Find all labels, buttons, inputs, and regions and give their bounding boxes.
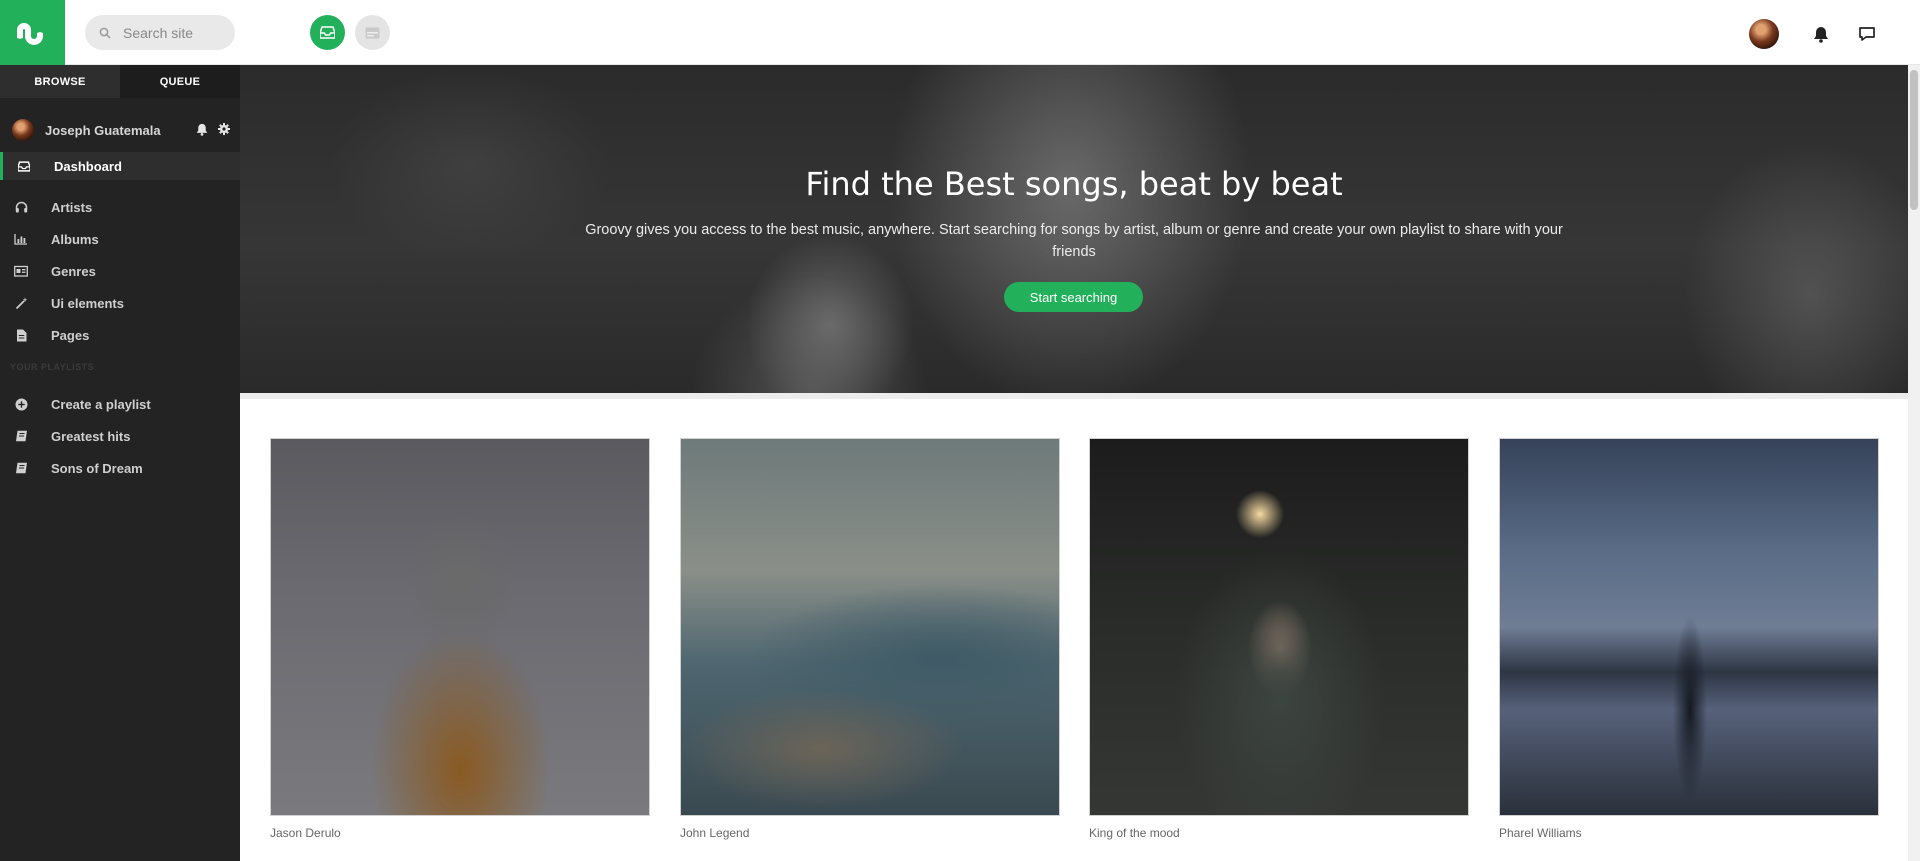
card-button[interactable] — [355, 15, 390, 50]
start-searching-button[interactable]: Start searching — [1004, 282, 1143, 312]
artist-card[interactable]: Jason Derulo — [270, 438, 650, 840]
sidebar-item-greatest-hits[interactable]: Greatest hits — [0, 422, 240, 450]
sidebar-item-artists[interactable]: Artists — [0, 193, 240, 221]
top-bar — [0, 0, 1920, 65]
magic-wand-icon — [14, 296, 28, 310]
sidebar-item-genres[interactable]: Genres — [0, 257, 240, 285]
sidebar-item-label: Sons of Dream — [51, 460, 143, 476]
genres-icon — [14, 264, 28, 278]
sidebar-item-sons-of-dream[interactable]: Sons of Dream — [0, 454, 240, 482]
sidebar-item-albums[interactable]: Albums — [0, 225, 240, 253]
user-name: Joseph Guatemala — [45, 122, 161, 138]
artist-caption[interactable]: Pharel Williams — [1499, 826, 1879, 840]
stumbleupon-icon — [16, 22, 43, 45]
hero-description: Groovy gives you access to the best musi… — [585, 222, 1563, 260]
file-icon — [14, 328, 28, 342]
sidebar-item-label: Dashboard — [54, 158, 122, 174]
notifications-button[interactable] — [1811, 24, 1831, 44]
artist-image[interactable] — [1499, 438, 1879, 816]
chat-icon — [1859, 27, 1875, 41]
artist-caption[interactable]: John Legend — [680, 826, 1060, 840]
artist-card[interactable]: King of the mood — [1089, 438, 1469, 840]
sidebar-item-ui-elements[interactable]: Ui elements — [0, 289, 240, 317]
sidebar-item-label: Albums — [51, 231, 99, 247]
artist-card[interactable]: Pharel Williams — [1499, 438, 1879, 840]
artist-image[interactable] — [1089, 438, 1469, 816]
card-icon — [365, 27, 380, 38]
user-profile[interactable]: Joseph Guatemala — [0, 117, 240, 143]
sidebar-item-dashboard[interactable]: Dashboard — [0, 152, 240, 180]
sidebar-item-label: Pages — [51, 327, 90, 343]
tab-browse[interactable]: BROWSE — [0, 65, 120, 98]
artist-image[interactable] — [270, 438, 650, 816]
artist-card[interactable]: John Legend — [680, 438, 1060, 840]
app-logo[interactable] — [0, 0, 65, 65]
search-box[interactable] — [85, 15, 235, 50]
bell-icon[interactable] — [196, 123, 208, 136]
inbox-icon — [320, 26, 335, 39]
sidebar-item-label: Artists — [51, 199, 93, 215]
inbox-icon — [17, 159, 31, 173]
gear-icon[interactable] — [218, 123, 230, 135]
sidebar-item-label: Greatest hits — [51, 428, 131, 444]
scrollbar-thumb[interactable] — [1910, 70, 1918, 210]
sidebar-item-create-playlist[interactable]: Create a playlist — [0, 390, 240, 418]
section-label-playlists: YOUR PLAYLISTS — [10, 362, 95, 372]
page-scrollbar[interactable] — [1908, 65, 1920, 861]
book-icon — [14, 461, 28, 475]
sidebar-item-label: Genres — [51, 263, 96, 279]
divider — [240, 393, 1908, 399]
search-input[interactable] — [123, 24, 233, 41]
sidebar-item-pages[interactable]: Pages — [0, 321, 240, 349]
messages-button[interactable] — [1857, 24, 1877, 44]
sidebar: BROWSE QUEUE Joseph Guatemala Dashboard … — [0, 65, 240, 861]
search-icon — [99, 27, 111, 39]
sidebar-item-label: Ui elements — [51, 295, 124, 311]
sidebar-item-label: Create a playlist — [51, 396, 151, 412]
tab-queue[interactable]: QUEUE — [120, 65, 240, 98]
hero-banner: Find the Best songs, beat by beat Groovy… — [240, 65, 1908, 393]
artist-caption[interactable]: King of the mood — [1089, 826, 1469, 840]
sidebar-tabs: BROWSE QUEUE — [0, 65, 240, 98]
bar-chart-icon — [14, 232, 28, 246]
hero-title: Find the Best songs, beat by beat — [805, 165, 1343, 203]
artist-image[interactable] — [680, 438, 1060, 816]
book-icon — [14, 429, 28, 443]
avatar — [12, 119, 34, 141]
headphones-icon — [14, 200, 28, 214]
inbox-button[interactable] — [310, 15, 345, 50]
plus-circle-icon — [14, 397, 28, 411]
avatar[interactable] — [1749, 19, 1779, 49]
bell-icon — [1814, 26, 1828, 43]
artist-caption[interactable]: Jason Derulo — [270, 826, 650, 840]
